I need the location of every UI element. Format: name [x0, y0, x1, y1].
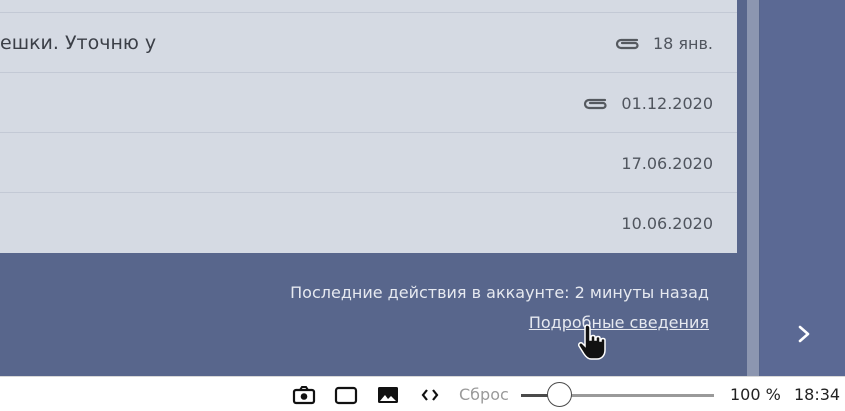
paperclip-icon	[584, 98, 607, 110]
paperclip-icon	[615, 38, 639, 50]
scrollbar[interactable]	[747, 0, 759, 376]
message-date: 10.06.2020	[621, 213, 713, 233]
zoom-value: 100 %	[730, 385, 781, 404]
clock: 18:34	[794, 385, 841, 404]
message-subject: ешки. Уточню у	[0, 32, 157, 54]
window-icon[interactable]	[333, 377, 359, 411]
message-row[interactable]	[0, 0, 737, 13]
details-link[interactable]: Подробные сведения	[529, 313, 709, 332]
message-row[interactable]: 10.06.2020	[0, 193, 737, 253]
last-activity-text: Последние действия в аккаунте: 2 минуты …	[290, 283, 709, 302]
message-date: 17.06.2020	[621, 153, 713, 173]
message-list: ешки. Уточню у 18 янв. 01.12.2020 17.06.…	[0, 0, 737, 253]
code-icon[interactable]	[418, 377, 442, 411]
camera-icon[interactable]	[291, 377, 317, 411]
hand-cursor-icon	[578, 324, 606, 360]
message-date: 01.12.2020	[621, 93, 713, 113]
image-icon[interactable]	[375, 377, 401, 411]
mail-app: ешки. Уточню у 18 янв. 01.12.2020 17.06.…	[0, 0, 845, 376]
right-panel	[760, 0, 845, 376]
message-row[interactable]: 17.06.2020	[0, 133, 737, 193]
zoom-slider-thumb[interactable]	[547, 382, 573, 407]
message-row[interactable]: ешки. Уточню у 18 янв.	[0, 13, 737, 73]
message-row[interactable]: 01.12.2020	[0, 73, 737, 133]
chevron-right-icon[interactable]	[793, 322, 815, 346]
status-bar: Сброс 100 % 18:34	[0, 376, 845, 411]
message-date: 18 янв.	[652, 33, 713, 53]
reset-button[interactable]: Сброс	[459, 377, 509, 411]
